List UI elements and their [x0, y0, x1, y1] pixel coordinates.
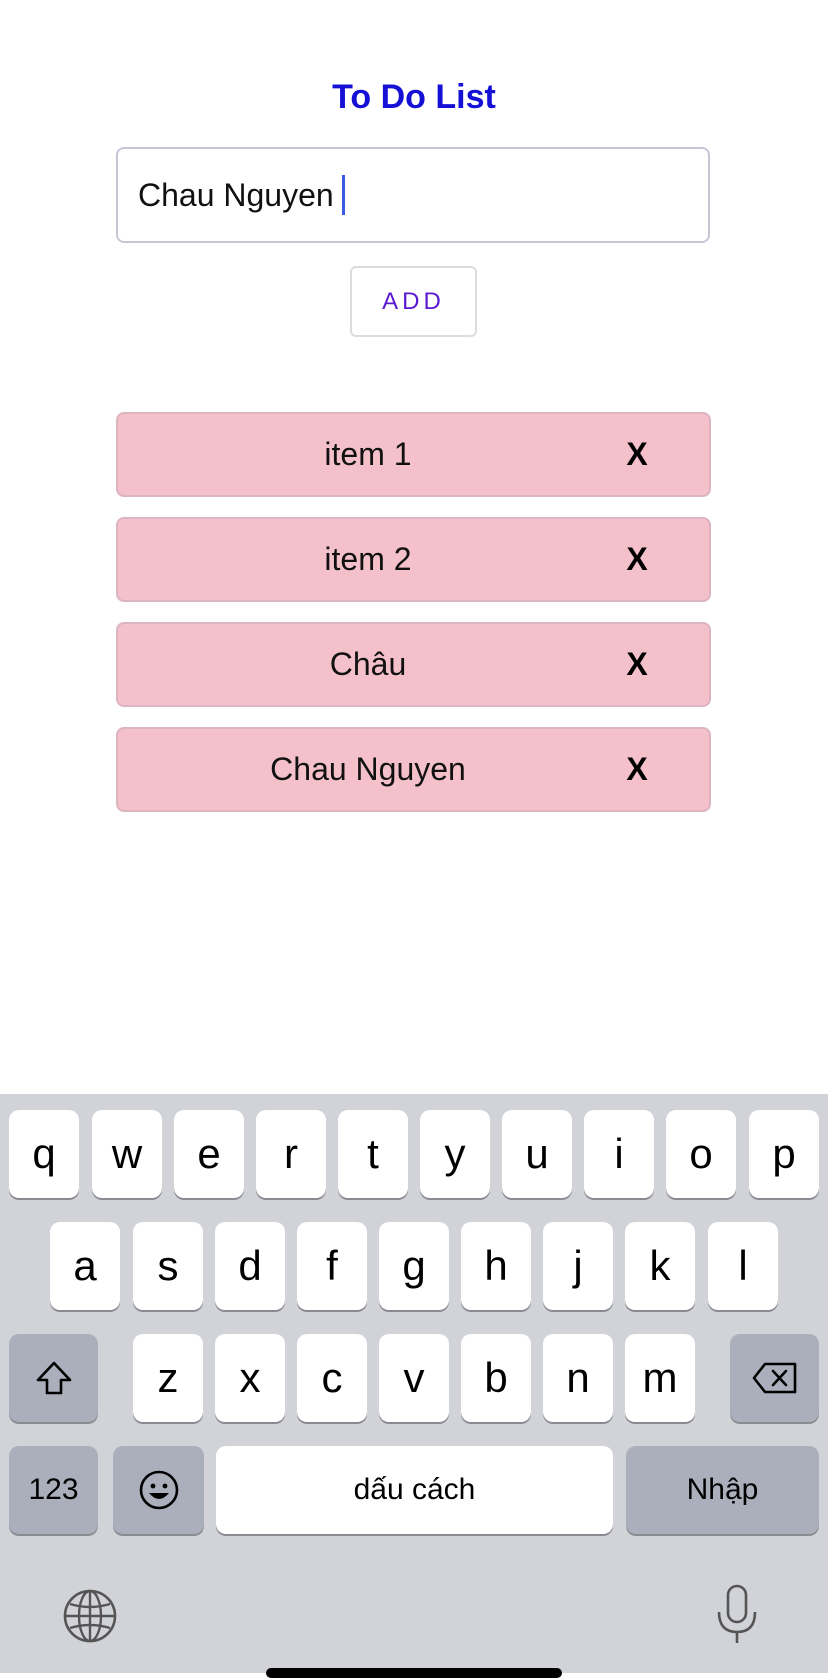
emoji-icon	[139, 1470, 178, 1510]
key-n[interactable]: n	[543, 1334, 613, 1422]
remove-item-button[interactable]: X	[617, 624, 657, 705]
item-label: item 1	[324, 436, 412, 472]
key-e[interactable]: e	[174, 1110, 244, 1198]
todo-input-value: Chau Nguyen	[138, 176, 334, 213]
return-key[interactable]: Nhập	[626, 1446, 819, 1534]
key-o[interactable]: o	[666, 1110, 736, 1198]
key-a[interactable]: a	[50, 1222, 120, 1310]
microphone-icon	[717, 1584, 757, 1643]
home-indicator	[266, 1668, 562, 1678]
key-w[interactable]: w	[92, 1110, 162, 1198]
item-label: Chau Nguyen	[270, 751, 466, 787]
list-item: item 1 X	[116, 412, 711, 497]
key-g[interactable]: g	[379, 1222, 449, 1310]
shift-key[interactable]	[9, 1334, 98, 1422]
key-f[interactable]: f	[297, 1222, 367, 1310]
key-d[interactable]: d	[215, 1222, 285, 1310]
remove-item-button[interactable]: X	[617, 519, 657, 600]
key-k[interactable]: k	[625, 1222, 695, 1310]
key-i[interactable]: i	[584, 1110, 654, 1198]
microphone-button[interactable]	[714, 1584, 760, 1646]
space-key[interactable]: dấu cách	[216, 1446, 613, 1534]
list-item: Châu X	[116, 622, 711, 707]
backspace-icon	[752, 1362, 796, 1394]
page-title: To Do List	[332, 78, 496, 116]
key-c[interactable]: c	[297, 1334, 367, 1422]
key-s[interactable]: s	[133, 1222, 203, 1310]
text-caret	[341, 175, 345, 215]
key-q[interactable]: q	[9, 1110, 79, 1198]
emoji-key[interactable]	[113, 1446, 204, 1534]
key-x[interactable]: x	[215, 1334, 285, 1422]
backspace-key[interactable]	[730, 1334, 819, 1422]
key-p[interactable]: p	[749, 1110, 819, 1198]
globe-icon	[63, 1589, 117, 1643]
key-z[interactable]: z	[133, 1334, 203, 1422]
key-b[interactable]: b	[461, 1334, 531, 1422]
key-j[interactable]: j	[543, 1222, 613, 1310]
remove-item-button[interactable]: X	[617, 729, 657, 810]
globe-button[interactable]	[62, 1588, 118, 1644]
item-label: item 2	[324, 541, 412, 577]
list-item: Chau Nguyen X	[116, 727, 711, 812]
todo-input[interactable]: Chau Nguyen	[116, 147, 710, 243]
list-item: item 2 X	[116, 517, 711, 602]
key-l[interactable]: l	[708, 1222, 778, 1310]
item-label: Châu	[329, 646, 407, 682]
key-h[interactable]: h	[461, 1222, 531, 1310]
add-button[interactable]: ADD	[350, 266, 477, 337]
key-u[interactable]: u	[502, 1110, 572, 1198]
key-t[interactable]: t	[338, 1110, 408, 1198]
remove-item-button[interactable]: X	[617, 414, 657, 495]
numbers-key[interactable]: 123	[9, 1446, 98, 1534]
key-r[interactable]: r	[256, 1110, 326, 1198]
key-y[interactable]: y	[420, 1110, 490, 1198]
shift-icon	[36, 1361, 71, 1395]
key-m[interactable]: m	[625, 1334, 695, 1422]
key-v[interactable]: v	[379, 1334, 449, 1422]
